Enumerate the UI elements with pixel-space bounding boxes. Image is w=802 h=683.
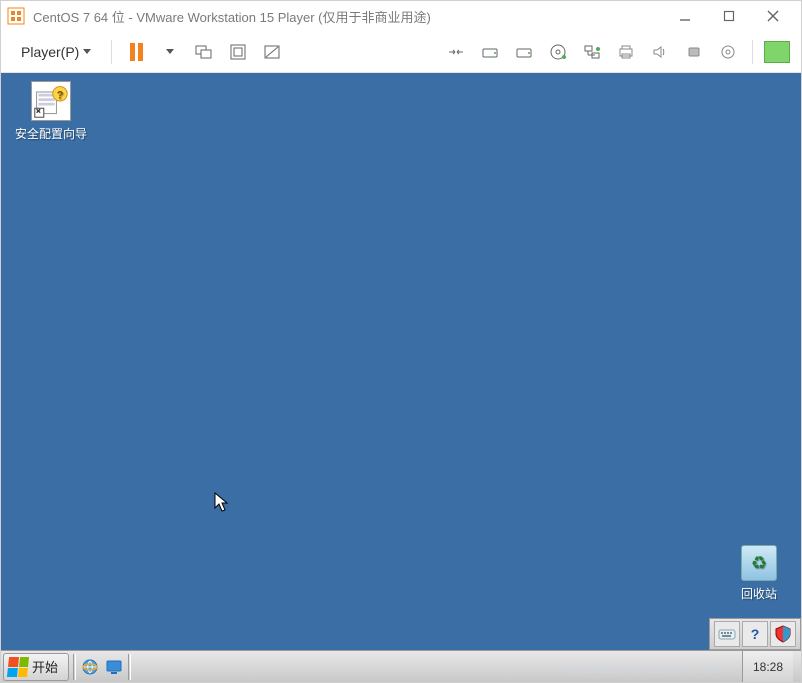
start-label: 开始 xyxy=(32,657,58,676)
desktop-icon-recycle-bin[interactable]: ♻ 回收站 xyxy=(729,545,789,602)
player-menu[interactable]: Player(P) xyxy=(11,40,101,64)
desktop-icon-security-wizard[interactable]: ? 安全配置向导 xyxy=(11,81,91,142)
usb-icon[interactable] xyxy=(680,38,708,66)
desktop-icon-label: 回收站 xyxy=(729,585,789,602)
close-button[interactable] xyxy=(751,2,795,30)
printer-icon[interactable] xyxy=(612,38,640,66)
help-icon[interactable]: ? xyxy=(742,621,768,647)
mouse-cursor-icon xyxy=(214,492,230,514)
recycle-bin-icon: ♻ xyxy=(741,545,777,581)
svg-text:?: ? xyxy=(57,89,64,101)
titlebar: CentOS 7 64 位 - VMware Workstation 15 Pl… xyxy=(1,1,801,31)
security-shield-icon[interactable] xyxy=(770,621,796,647)
sound-icon[interactable] xyxy=(646,38,674,66)
enter-fullscreen-button[interactable] xyxy=(224,38,252,66)
clock-text: 18:28 xyxy=(753,660,783,674)
cycle-multiple-monitors-button[interactable] xyxy=(763,38,791,66)
pause-vm-button[interactable] xyxy=(122,38,150,66)
desktop-icon-label: 安全配置向导 xyxy=(11,125,91,142)
quicklaunch-ie-icon[interactable] xyxy=(78,655,102,679)
maximize-button[interactable] xyxy=(707,2,751,30)
quicklaunch-desktop-icon[interactable] xyxy=(102,655,126,679)
network-adapter-icon[interactable] xyxy=(442,38,470,66)
separator xyxy=(752,40,753,64)
minimize-button[interactable] xyxy=(663,2,707,30)
separator xyxy=(73,654,76,680)
taskbar-clock[interactable]: 18:28 xyxy=(742,651,793,683)
cd-dvd-icon[interactable] xyxy=(544,38,572,66)
hard-disk-2-icon[interactable] xyxy=(510,38,538,66)
network-icon[interactable] xyxy=(578,38,606,66)
window-title: CentOS 7 64 位 - VMware Workstation 15 Pl… xyxy=(33,7,663,26)
chevron-down-icon xyxy=(83,49,91,54)
separator xyxy=(111,40,112,64)
separator xyxy=(128,654,131,680)
system-tray: https://blog.csdn.net/qq_4090 18:28 xyxy=(734,651,801,683)
unity-mode-button[interactable] xyxy=(258,38,286,66)
hard-disk-icon[interactable] xyxy=(476,38,504,66)
vmware-player-icon xyxy=(7,7,25,25)
manage-button[interactable] xyxy=(714,38,742,66)
watermark-text: https://blog.csdn.net/qq_4090 xyxy=(562,664,721,676)
windows-flag-icon xyxy=(7,657,29,677)
power-dropdown[interactable] xyxy=(156,38,184,66)
guest-taskbar: 开始 https://blog.csdn.net/qq_4090 18:28 xyxy=(1,650,801,682)
chevron-down-icon xyxy=(166,49,174,54)
send-ctrl-alt-del-button[interactable] xyxy=(190,38,218,66)
guest-desktop[interactable]: ? 安全配置向导 ♻ 回收站 ? 开始 xyxy=(1,73,801,682)
security-wizard-icon: ? xyxy=(31,81,71,121)
guest-deskband: ? xyxy=(709,618,801,650)
start-button[interactable]: 开始 xyxy=(3,653,69,681)
keyboard-indicator-icon[interactable] xyxy=(714,621,740,647)
player-menu-label: Player(P) xyxy=(21,44,79,60)
player-toolbar: Player(P) xyxy=(1,31,801,73)
